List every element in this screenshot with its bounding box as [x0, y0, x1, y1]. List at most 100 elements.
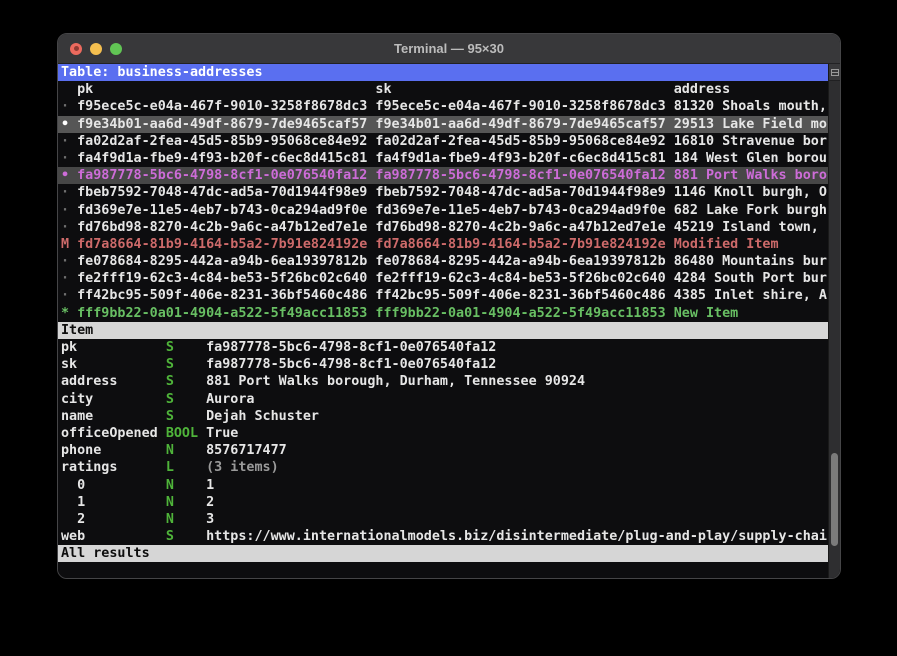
field-key: address	[61, 374, 166, 389]
row-text: fd7a8664-81b9-4164-b5a2-7b91e824192e fd7…	[69, 237, 778, 252]
item-field-row[interactable]: 1 N 2	[58, 494, 830, 511]
field-type: S	[166, 529, 206, 544]
field-value: https://www.internationalmodels.biz/disi…	[206, 529, 827, 544]
scrollbar-thumb[interactable]	[831, 453, 838, 546]
field-key: sk	[61, 357, 166, 372]
item-field-row[interactable]: 0 N 1	[58, 477, 830, 494]
field-type: S	[166, 340, 206, 355]
table-row[interactable]: · fe078684-8295-442a-a94b-6ea19397812b f…	[58, 253, 830, 270]
table-header-row: pk sk address	[58, 81, 830, 98]
field-key: name	[61, 409, 166, 424]
row-marker-icon: ·	[61, 203, 69, 218]
row-text: fd369e7e-11e5-4eb7-b743-0ca294ad9f0e fd3…	[69, 203, 827, 218]
row-text: fa4f9d1a-fbe9-4f93-b20f-c6ec8d415c81 fa4…	[69, 151, 827, 166]
field-type: S	[166, 374, 206, 389]
field-key: ratings	[61, 460, 166, 475]
zoom-button[interactable]	[110, 43, 122, 55]
field-value: 8576717477	[206, 443, 287, 458]
split-pane-button[interactable]	[829, 64, 840, 81]
item-field-row[interactable]: pk S fa987778-5bc6-4798-8cf1-0e076540fa1…	[58, 339, 830, 356]
terminal-body: Table: business-addresses pk sk address …	[58, 64, 840, 578]
table-row[interactable]: * fff9bb22-0a01-4904-a522-5f49acc11853 f…	[58, 305, 830, 322]
row-marker-icon: ·	[61, 288, 69, 303]
field-key: officeOpened	[61, 426, 166, 441]
table-row[interactable]: · fa02d2af-2fea-45d5-85b9-95068ce84e92 f…	[58, 133, 830, 150]
field-type: N	[166, 443, 206, 458]
item-field-row[interactable]: 2 N 3	[58, 511, 830, 528]
table-title-bar: Table: business-addresses	[58, 64, 830, 81]
minimize-button[interactable]	[90, 43, 102, 55]
field-key: 2	[61, 512, 166, 527]
row-text: fbeb7592-7048-47dc-ad5a-70d1944f98e9 fbe…	[69, 185, 827, 200]
table-row[interactable]: M fd7a8664-81b9-4164-b5a2-7b91e824192e f…	[58, 236, 830, 253]
table-row[interactable]: · ff42bc95-509f-406e-8231-36bf5460c486 f…	[58, 287, 830, 304]
item-field-row[interactable]: ratings L (3 items)	[58, 459, 830, 476]
field-type: S	[166, 392, 206, 407]
item-field-row[interactable]: name S Dejah Schuster	[58, 408, 830, 425]
item-field-row[interactable]: phone N 8576717477	[58, 442, 830, 459]
row-text: fa987778-5bc6-4798-8cf1-0e076540fa12 fa9…	[69, 168, 827, 183]
scrollbar[interactable]	[828, 64, 840, 578]
table-row[interactable]: · fd76bd98-8270-4c2b-9a6c-a47b12ed7e1e f…	[58, 219, 830, 236]
field-value: (3 items)	[206, 460, 279, 475]
terminal-content: Table: business-addresses pk sk address …	[58, 64, 830, 578]
field-value: fa987778-5bc6-4798-8cf1-0e076540fa12	[206, 357, 496, 372]
row-marker-icon: ·	[61, 134, 69, 149]
row-text: f95ece5c-e04a-467f-9010-3258f8678dc3 f95…	[69, 99, 827, 114]
row-marker-icon: M	[61, 237, 69, 252]
table-row[interactable]: · fbeb7592-7048-47dc-ad5a-70d1944f98e9 f…	[58, 184, 830, 201]
item-field-row[interactable]: sk S fa987778-5bc6-4798-8cf1-0e076540fa1…	[58, 356, 830, 373]
field-key: city	[61, 392, 166, 407]
row-marker-icon: •	[61, 117, 69, 132]
item-fields: pk S fa987778-5bc6-4798-8cf1-0e076540fa1…	[58, 339, 830, 545]
field-type: L	[166, 460, 206, 475]
field-value: 2	[206, 495, 214, 510]
table-row[interactable]: · f95ece5c-e04a-467f-9010-3258f8678dc3 f…	[58, 98, 830, 115]
item-field-row[interactable]: city S Aurora	[58, 391, 830, 408]
item-field-row[interactable]: officeOpened BOOL True	[58, 425, 830, 442]
terminal-window: Terminal — 95×30 Table: business-address…	[57, 33, 841, 579]
row-text: ff42bc95-509f-406e-8231-36bf5460c486 ff4…	[69, 288, 827, 303]
field-type: S	[166, 357, 206, 372]
row-text: fff9bb22-0a01-4904-a522-5f49acc11853 fff…	[69, 306, 738, 321]
unsaved-dot-icon	[74, 46, 79, 51]
row-marker-icon: ·	[61, 185, 69, 200]
row-text: fd76bd98-8270-4c2b-9a6c-a47b12ed7e1e fd7…	[69, 220, 819, 235]
row-marker-icon: ·	[61, 151, 69, 166]
table-row[interactable]: • f9e34b01-aa6d-49df-8679-7de9465caf57 f…	[58, 116, 830, 133]
field-value: 3	[206, 512, 214, 527]
row-marker-icon: ·	[61, 271, 69, 286]
row-marker-icon: ·	[61, 254, 69, 269]
field-key: 0	[61, 478, 166, 493]
field-value: Dejah Schuster	[206, 409, 319, 424]
desktop-background: Terminal — 95×30 Table: business-address…	[0, 0, 897, 656]
item-field-row[interactable]: address S 881 Port Walks borough, Durham…	[58, 373, 830, 390]
window-title: Terminal — 95×30	[58, 41, 840, 56]
field-key: phone	[61, 443, 166, 458]
item-field-row[interactable]: web S https://www.internationalmodels.bi…	[58, 528, 830, 545]
row-marker-icon: *	[61, 306, 69, 321]
table-row[interactable]: • fa987778-5bc6-4798-8cf1-0e076540fa12 f…	[58, 167, 830, 184]
field-value: True	[206, 426, 238, 441]
table-rows: · f95ece5c-e04a-467f-9010-3258f8678dc3 f…	[58, 98, 830, 321]
table-row[interactable]: · fe2fff19-62c3-4c84-be53-5f26bc02c640 f…	[58, 270, 830, 287]
close-button[interactable]	[70, 43, 82, 55]
item-panel-header: Item	[58, 322, 830, 339]
status-bar: All results	[58, 545, 830, 562]
row-text: f9e34b01-aa6d-49df-8679-7de9465caf57 f9e…	[69, 117, 827, 132]
row-text: fa02d2af-2fea-45d5-85b9-95068ce84e92 fa0…	[69, 134, 827, 149]
field-value: 1	[206, 478, 214, 493]
field-value: Aurora	[206, 392, 254, 407]
row-text: fe2fff19-62c3-4c84-be53-5f26bc02c640 fe2…	[69, 271, 827, 286]
field-type: S	[166, 409, 206, 424]
row-text: fe078684-8295-442a-a94b-6ea19397812b fe0…	[69, 254, 827, 269]
traffic-lights	[70, 43, 122, 55]
field-type: BOOL	[166, 426, 206, 441]
table-row[interactable]: · fd369e7e-11e5-4eb7-b743-0ca294ad9f0e f…	[58, 202, 830, 219]
field-type: N	[166, 512, 206, 527]
field-key: pk	[61, 340, 166, 355]
field-key: web	[61, 529, 166, 544]
window-titlebar: Terminal — 95×30	[58, 34, 840, 64]
field-value: fa987778-5bc6-4798-8cf1-0e076540fa12	[206, 340, 496, 355]
table-row[interactable]: · fa4f9d1a-fbe9-4f93-b20f-c6ec8d415c81 f…	[58, 150, 830, 167]
